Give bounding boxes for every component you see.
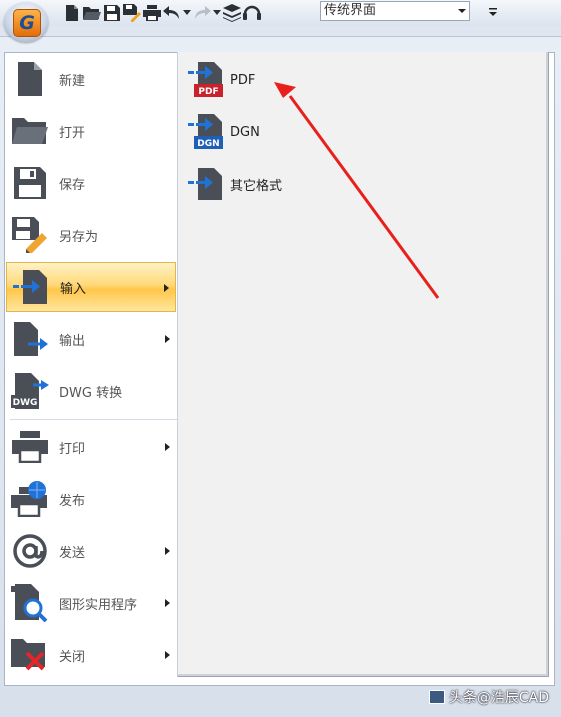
quick-access-icons bbox=[62, 3, 262, 23]
headset-icon[interactable] bbox=[242, 3, 262, 23]
chevron-right-icon bbox=[165, 547, 170, 555]
watermark-text: 头条@浩辰CAD bbox=[448, 690, 549, 706]
application-menu-list: 新建 打开 保存 另存为 输入 输出 DWG DWG 转换 打印 发布 发送 图… bbox=[4, 52, 178, 684]
submenu-item-other-formats[interactable]: 其它格式 bbox=[188, 164, 282, 204]
application-menu-button[interactable]: G bbox=[4, 2, 48, 42]
chevron-right-icon bbox=[164, 284, 169, 292]
menu-item-label: 另存为 bbox=[59, 229, 99, 245]
import-pdf-icon: PDF bbox=[188, 62, 224, 98]
submenu-item-label: 其它格式 bbox=[230, 178, 283, 194]
send-icon bbox=[10, 531, 50, 571]
export-icon bbox=[10, 319, 50, 359]
layers-icon[interactable] bbox=[222, 3, 242, 23]
new-file-icon[interactable] bbox=[62, 3, 82, 23]
submenu-item-label: DGN bbox=[230, 124, 260, 140]
menu-item-save-as[interactable]: 另存为 bbox=[6, 210, 176, 260]
save-icon[interactable] bbox=[102, 3, 122, 23]
workspace-select-value: 传统界面 bbox=[324, 3, 377, 18]
menu-item-open[interactable]: 打开 bbox=[6, 106, 176, 156]
menu-item-save[interactable]: 保存 bbox=[6, 158, 176, 208]
menu-item-label: 图形实用程序 bbox=[59, 597, 138, 613]
menu-item-send[interactable]: 发送 bbox=[6, 526, 176, 576]
quick-access-toolbar: 传统界面 bbox=[0, 0, 561, 26]
new-file-icon bbox=[10, 59, 50, 99]
dwg-convert-icon: DWG bbox=[10, 371, 50, 411]
save-as-icon bbox=[10, 215, 50, 255]
menu-item-new[interactable]: 新建 bbox=[6, 54, 176, 104]
watermark-logo-icon bbox=[428, 690, 445, 704]
menu-item-label: 输入 bbox=[60, 281, 87, 297]
menu-item-label: 关闭 bbox=[59, 649, 86, 665]
menu-item-label: 打印 bbox=[59, 441, 86, 457]
undo-dropdown-icon[interactable] bbox=[182, 3, 192, 23]
watermark: 头条@浩辰CAD bbox=[428, 686, 549, 708]
redo-icon[interactable] bbox=[192, 3, 212, 23]
chevron-down-icon bbox=[458, 9, 466, 13]
import-icon bbox=[11, 267, 51, 307]
chevron-right-icon bbox=[165, 599, 170, 607]
menu-item-import[interactable]: 输入 bbox=[6, 262, 176, 312]
save-icon bbox=[10, 163, 50, 203]
undo-icon[interactable] bbox=[162, 3, 182, 23]
print-icon[interactable] bbox=[142, 3, 162, 23]
submenu-item-pdf[interactable]: PDF PDF bbox=[188, 60, 255, 100]
customize-toolbar-icon[interactable] bbox=[486, 6, 500, 20]
menu-separator bbox=[10, 419, 178, 420]
dwg-badge-text: DWG bbox=[13, 398, 38, 408]
menu-item-label: 保存 bbox=[59, 177, 86, 193]
drawing-utilities-icon bbox=[10, 583, 50, 623]
import-dgn-icon: DGN bbox=[188, 114, 224, 150]
import-submenu-pane: PDF PDF DGN DGN 其它格式 bbox=[177, 52, 549, 677]
redo-dropdown-icon[interactable] bbox=[212, 3, 222, 23]
menu-item-label: 打开 bbox=[59, 125, 86, 141]
import-other-icon bbox=[188, 166, 224, 202]
submenu-item-label: PDF bbox=[230, 72, 256, 88]
workspace-select[interactable]: 传统界面 bbox=[320, 1, 470, 21]
save-as-icon[interactable] bbox=[122, 3, 142, 23]
menu-item-dwg-convert[interactable]: DWG DWG 转换 bbox=[6, 366, 176, 416]
menu-item-label: DWG 转换 bbox=[59, 385, 123, 401]
chevron-right-icon bbox=[165, 651, 170, 659]
open-folder-icon bbox=[10, 111, 50, 151]
menu-item-label: 输出 bbox=[59, 333, 86, 349]
menu-item-publish[interactable]: 发布 bbox=[6, 474, 176, 524]
dgn-badge-text: DGN bbox=[197, 139, 219, 149]
app-logo-icon: G bbox=[13, 9, 41, 37]
publish-icon bbox=[10, 479, 50, 519]
pdf-badge-text: PDF bbox=[198, 87, 218, 97]
close-file-icon bbox=[10, 635, 50, 675]
submenu-item-dgn[interactable]: DGN DGN bbox=[188, 112, 260, 152]
menu-item-print[interactable]: 打印 bbox=[6, 422, 176, 472]
print-icon bbox=[10, 427, 50, 467]
menu-item-label: 新建 bbox=[59, 73, 86, 89]
menu-item-drawing-utilities[interactable]: 图形实用程序 bbox=[6, 578, 176, 628]
menu-item-label: 发布 bbox=[59, 493, 86, 509]
chevron-right-icon bbox=[165, 335, 170, 343]
open-folder-icon[interactable] bbox=[82, 3, 102, 23]
chevron-right-icon bbox=[165, 443, 170, 451]
menu-item-export[interactable]: 输出 bbox=[6, 314, 176, 364]
menu-item-close[interactable]: 关闭 bbox=[6, 630, 176, 680]
menu-item-label: 发送 bbox=[59, 545, 86, 561]
